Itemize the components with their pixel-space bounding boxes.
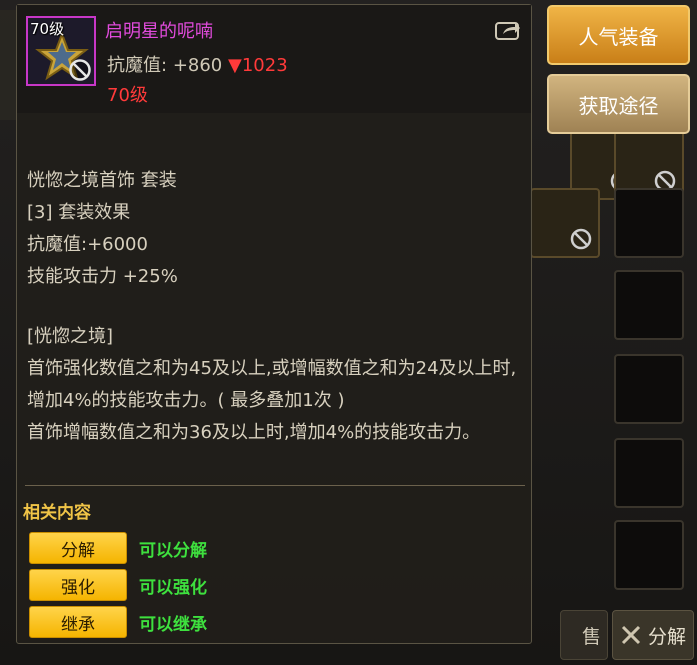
inventory-slot[interactable] <box>614 520 684 590</box>
inventory-slot[interactable] <box>530 188 600 258</box>
set-skill-bonus: 技能攻击力 +25% <box>27 266 178 287</box>
inventory-slot[interactable] <box>614 354 684 424</box>
effect-title: [恍惚之境] <box>27 326 114 347</box>
inventory-slot[interactable] <box>614 438 684 508</box>
action-row-enhance: 强化 可以强化 <box>29 569 207 601</box>
item-stat-line: 抗魔值: +860 ▼1023 <box>107 51 288 77</box>
enhance-note: 可以强化 <box>139 577 207 598</box>
effect-line-2: 首饰增幅数值之和为36及以上时,增加4%的技能攻击力。 <box>27 422 481 443</box>
action-row-decompose: 分解 可以分解 <box>29 532 207 564</box>
decompose-button-label: 分解 <box>647 625 686 648</box>
set-name: 恍惚之境首饰 套装 <box>27 170 177 191</box>
stat-value: +860 <box>172 55 223 76</box>
effect-description: 首饰强化数值之和为45及以上,或增幅数值之和为24及以上时,增加4%的技能攻击力… <box>27 353 521 449</box>
level-requirement: 70级 <box>107 85 148 106</box>
crossed-tools-icon <box>621 625 641 645</box>
item-name: 启明星的呢喃 <box>105 21 213 42</box>
item-icon: 70级 <box>26 16 96 86</box>
ban-icon <box>570 228 592 250</box>
popular-equipment-button[interactable]: 人气装备 <box>547 5 690 65</box>
inherit-note: 可以继承 <box>139 614 207 635</box>
inherit-action-button[interactable]: 继承 <box>29 606 127 638</box>
item-tooltip: 70级 启明星的呢喃 抗魔值: +860 ▼1023 70级 恍惚之境首饰 套装… <box>16 4 532 644</box>
section-divider <box>25 485 525 486</box>
inventory-slot[interactable] <box>614 188 684 258</box>
decompose-note: 可以分解 <box>139 540 207 561</box>
set-effect-count: [3] 套装效果 <box>27 202 131 223</box>
obtain-route-button[interactable]: 获取途径 <box>547 74 690 134</box>
stat-decrease: ▼1023 <box>228 55 288 76</box>
share-icon[interactable] <box>495 19 521 41</box>
set-info: 恍惚之境首饰 套装 [3] 套装效果 抗魔值:+6000 技能攻击力 +25% <box>27 165 178 293</box>
untradable-icon <box>69 59 91 81</box>
stat-label: 抗魔值: <box>107 55 168 76</box>
inventory-slot[interactable] <box>614 270 684 340</box>
set-stat: 抗魔值:+6000 <box>27 234 148 255</box>
effect-line-1: 首饰强化数值之和为45及以上,或增幅数值之和为24及以上时,增加4%的技能攻击力… <box>27 358 517 411</box>
enhance-action-button[interactable]: 强化 <box>29 569 127 601</box>
decompose-button[interactable]: 分解 <box>612 610 694 660</box>
decompose-action-button[interactable]: 分解 <box>29 532 127 564</box>
sell-button[interactable]: 售 <box>560 610 608 660</box>
item-level-badge: 70级 <box>30 20 65 38</box>
tooltip-header: 70级 启明星的呢喃 抗魔值: +860 ▼1023 70级 <box>17 5 531 113</box>
action-row-inherit: 继承 可以继承 <box>29 606 207 638</box>
sell-button-label: 售 <box>581 625 601 648</box>
related-content-title: 相关内容 <box>23 503 91 523</box>
